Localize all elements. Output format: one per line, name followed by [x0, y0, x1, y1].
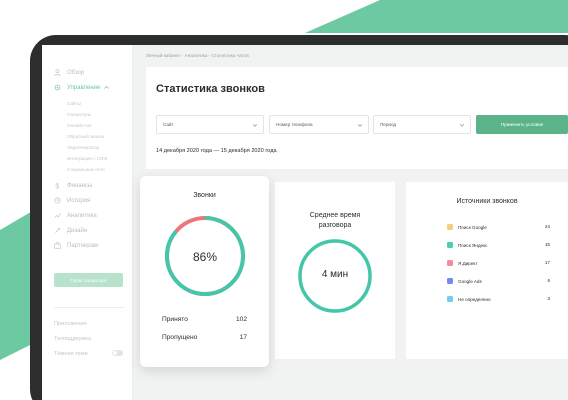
partners-icon — [54, 242, 61, 249]
source-color-dot — [447, 260, 453, 266]
source-color-dot — [447, 278, 453, 284]
source-label: Поиск Яндекс — [458, 242, 488, 248]
sidebar-item-label: Партнерам — [67, 242, 99, 249]
source-value: 15 — [544, 242, 550, 247]
sidebar-apps-link[interactable]: Приложения — [54, 321, 87, 327]
source-row: Не определено — [447, 296, 491, 302]
sidebar-support-link[interactable]: Техподдержка — [54, 336, 91, 342]
source-value: 3 — [547, 296, 550, 301]
avg-duration-title-line1: Среднее время — [309, 212, 361, 219]
gear-icon — [54, 84, 61, 91]
chart-icon — [54, 213, 61, 218]
period-select[interactable]: Период — [373, 115, 471, 134]
filter-panel: Статистика звонков Сайт Номер телефона П… — [146, 67, 568, 169]
accepted-value: 102 — [235, 316, 247, 323]
source-label: Не определено — [458, 296, 491, 302]
sidebar-item-partners[interactable]: Партнерам — [54, 242, 98, 249]
chevron-down-icon — [459, 124, 465, 127]
sidebar-item-analytics[interactable]: Аналитика — [54, 212, 97, 219]
sidebar-item-management[interactable]: Управление — [54, 84, 110, 91]
chevron-up-icon — [104, 85, 110, 89]
history-icon — [54, 197, 61, 204]
app-screen: Обзор Управление Сайты Операторы Онлайн-… — [42, 45, 568, 400]
sidebar-item-label: Дизайн — [67, 227, 88, 234]
sidebar-item-history[interactable]: История — [54, 197, 90, 204]
home-icon — [54, 69, 61, 76]
sidebar-item-label: Обзор — [67, 69, 85, 76]
dollar-icon: $ — [55, 183, 59, 189]
source-color-dot — [447, 296, 453, 302]
dark-theme-toggle[interactable] — [112, 350, 123, 356]
source-value: 17 — [544, 260, 550, 265]
sidebar-subitem-sites[interactable]: Сайты — [67, 101, 81, 106]
sidebar-subitem-operators[interactable]: Операторы — [67, 112, 91, 117]
source-label: Я.Директ — [458, 260, 478, 266]
source-row: Поиск Google — [447, 224, 487, 230]
source-color-dot — [447, 242, 453, 248]
site-select[interactable]: Сайт — [156, 115, 264, 134]
call-sources-title: Источники звонков — [456, 198, 518, 205]
calls-card: Звонки 86% Принято 102 Пропущено 17 — [140, 176, 269, 367]
source-color-dot — [447, 224, 453, 230]
period-select-label: Период — [380, 122, 397, 127]
sidebar-item-label: История — [67, 197, 91, 204]
calls-card-title: Звонки — [193, 192, 216, 199]
phone-select-label: Номер телефона — [276, 122, 313, 127]
date-range: 14 декабря 2020 года — 15 декабря 2020 г… — [156, 148, 277, 154]
source-label: Поиск Google — [458, 224, 487, 230]
sidebar-subitem-social[interactable]: Социальные сети — [67, 167, 105, 172]
sidebar-item-label: Финансы — [67, 182, 93, 189]
sidebar-item-finance[interactable]: $ Финансы — [54, 182, 93, 190]
sidebar: Обзор Управление Сайты Операторы Онлайн-… — [42, 45, 133, 400]
avg-duration-value: 4 мин — [321, 269, 349, 280]
palette-icon — [55, 228, 60, 233]
apply-button[interactable]: Применить условия — [476, 115, 568, 134]
operator-panel-button[interactable]: Пульт оператора — [54, 273, 123, 287]
phone-select[interactable]: Номер телефона — [269, 115, 369, 134]
sidebar-item-label: Аналитика — [67, 212, 97, 219]
sidebar-subitem-callback[interactable]: Обратный звонок — [67, 134, 104, 139]
call-sources-card: Источники звонков Поиск Google 24 Поиск … — [406, 182, 568, 359]
calls-percent: 86% — [192, 250, 218, 264]
source-label: Google Ads — [458, 278, 482, 284]
source-row: Google Ads — [447, 278, 482, 284]
avg-duration-title: Среднее время разговора — [275, 211, 395, 231]
sidebar-subitem-leadgen[interactable]: Лидогенератор — [67, 145, 99, 150]
sidebar-item-design[interactable]: Дизайн — [54, 227, 87, 234]
avg-duration-card: Среднее время разговора 4 мин — [275, 182, 395, 359]
breadcrumb: Личный кабинет - Аналитика - Статистика … — [146, 53, 249, 58]
sidebar-item-overview[interactable]: Обзор — [54, 69, 84, 76]
missed-label: Пропущено — [162, 334, 198, 341]
source-value: 6 — [547, 278, 550, 283]
source-value: 24 — [544, 224, 550, 229]
dark-theme-label: Тёмная тема — [54, 351, 88, 357]
source-row: Я.Директ — [447, 260, 478, 266]
accepted-label: Принято — [162, 316, 188, 323]
missed-value: 17 — [239, 334, 247, 341]
source-row: Поиск Яндекс — [447, 242, 487, 248]
chevron-down-icon — [252, 124, 258, 127]
sidebar-subitem-chat[interactable]: Онлайн-чат — [67, 123, 92, 128]
avg-duration-title-line2: разговора — [318, 222, 352, 229]
site-select-label: Сайт — [163, 122, 174, 127]
sidebar-divider — [54, 307, 124, 308]
svg-text:$: $ — [55, 183, 59, 189]
page-title: Статистика звонков — [156, 83, 265, 95]
sidebar-item-label: Управление — [67, 84, 101, 91]
chevron-down-icon — [357, 124, 363, 127]
sidebar-subitem-crm[interactable]: Интеграция с CRM — [67, 156, 107, 161]
